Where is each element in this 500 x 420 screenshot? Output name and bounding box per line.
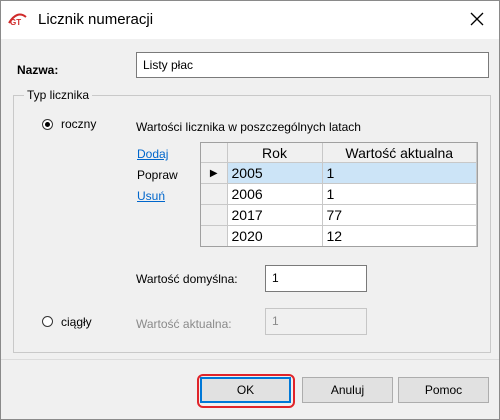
default-value-input[interactable]: 1 — [265, 265, 367, 292]
table-row[interactable]: 2017 77 — [201, 204, 477, 226]
year-cell[interactable]: 2017 — [227, 204, 323, 226]
svg-text:GT: GT — [10, 18, 21, 26]
row-indicator — [201, 225, 228, 246]
continuous-radio[interactable] — [42, 316, 53, 327]
year-cell[interactable]: 2006 — [227, 183, 323, 205]
value-cell[interactable]: 1 — [322, 183, 477, 205]
name-label: Nazwa: — [17, 63, 59, 77]
row-indicator — [201, 183, 228, 205]
dialog-body: Nazwa: Listy płac Typ licznika roczny Wa… — [7, 39, 493, 359]
default-value-label: Wartość domyślna: — [136, 272, 238, 286]
counter-type-label: Typ licznika — [24, 88, 93, 102]
dialog-window: GT Licznik numeracji Nazwa: Listy płac T… — [0, 0, 500, 420]
help-button[interactable]: Pomoc — [398, 377, 489, 403]
delete-link[interactable]: Usuń — [137, 189, 165, 203]
table-row[interactable]: 2006 1 — [201, 183, 477, 205]
years-table[interactable]: Rok Wartość aktualna ▶ 2005 1 2006 1 201… — [200, 142, 478, 247]
ok-highlight-frame — [197, 374, 295, 408]
column-header-value[interactable]: Wartość aktualna — [322, 143, 477, 163]
edit-link[interactable]: Popraw — [137, 168, 178, 182]
window-title: Licznik numeracji — [38, 11, 154, 28]
continuous-label[interactable]: ciągły — [61, 315, 92, 329]
values-caption: Wartości licznika w poszczególnych latac… — [136, 120, 361, 134]
table-row[interactable]: 2020 12 — [201, 225, 477, 246]
close-icon[interactable] — [467, 9, 487, 29]
value-cell[interactable]: 77 — [322, 204, 477, 226]
table-row[interactable]: ▶ 2005 1 — [201, 162, 477, 184]
add-link[interactable]: Dodaj — [137, 147, 168, 161]
name-input[interactable]: Listy płac — [136, 52, 489, 78]
row-indicator-icon: ▶ — [201, 162, 228, 184]
year-cell[interactable]: 2005 — [227, 162, 323, 184]
yearly-radio[interactable] — [42, 119, 53, 130]
gt-app-icon: GT — [8, 13, 27, 26]
year-cell[interactable]: 2020 — [227, 225, 323, 246]
row-indicator — [201, 204, 228, 226]
yearly-label[interactable]: roczny — [61, 117, 96, 131]
title-bar[interactable]: GT Licznik numeracji — [1, 1, 499, 39]
table-corner — [201, 143, 228, 163]
column-header-year[interactable]: Rok — [227, 143, 323, 163]
cancel-button[interactable]: Anuluj — [302, 377, 393, 403]
value-cell[interactable]: 1 — [322, 162, 477, 184]
value-cell[interactable]: 12 — [322, 225, 477, 246]
current-value-input: 1 — [265, 308, 367, 335]
current-value-label: Wartość aktualna: — [136, 317, 232, 331]
